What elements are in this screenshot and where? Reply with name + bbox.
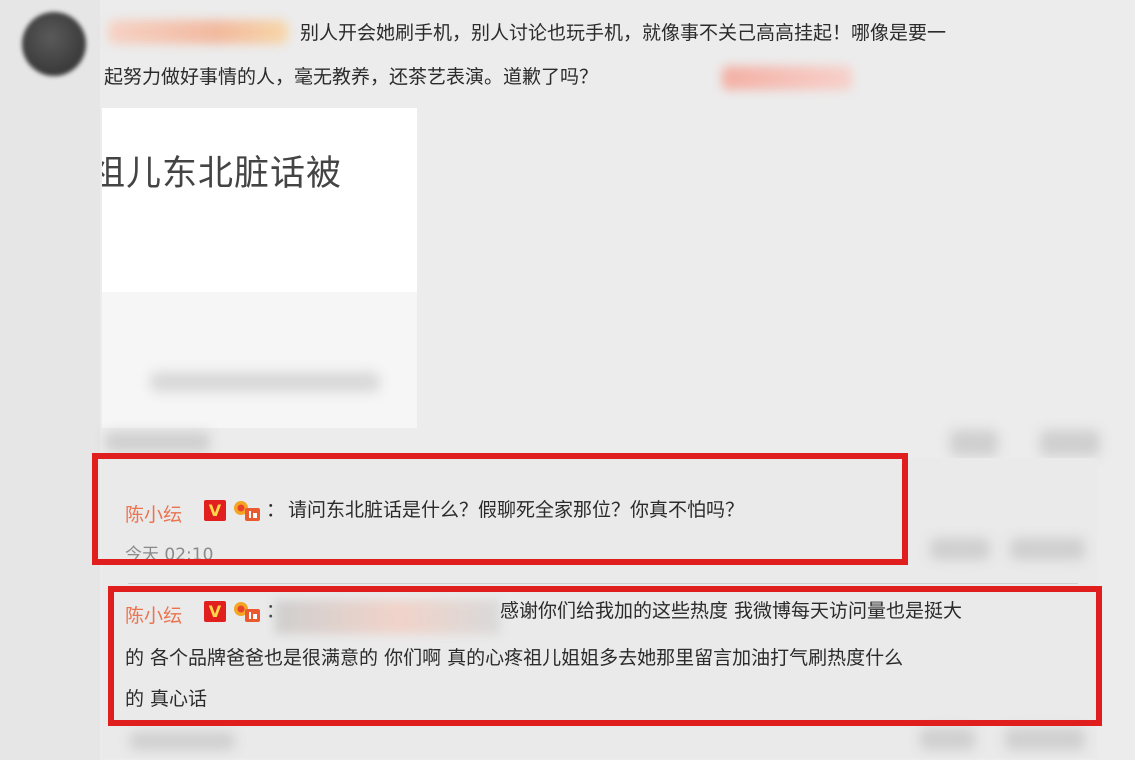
embedded-card-footer [102, 292, 417, 428]
post-text-line-2: 起努力做好事情的人，毫无教养，还茶艺表演。道歉了吗？ [104, 66, 599, 88]
blurred-comment-action[interactable] [1010, 538, 1085, 560]
highlight-box [92, 453, 908, 565]
blurred-action-button[interactable] [950, 430, 998, 456]
embedded-image-caption: 祖儿东北脏话被 [102, 145, 417, 205]
blurred-comment-action[interactable] [920, 728, 975, 750]
blurred-post-meta [105, 432, 210, 452]
blurred-comment-action[interactable] [1005, 728, 1085, 750]
comment-divider [128, 583, 1078, 584]
highlight-box [108, 586, 1102, 726]
avatar[interactable] [22, 12, 86, 76]
left-margin [0, 0, 100, 760]
post-text-line-1: 别人开会她刷手机，别人讨论也玩手机，就像事不关己高高挂起！哪像是要一 [300, 22, 947, 44]
blurred-link[interactable] [722, 66, 852, 90]
embedded-caption-text: 祖儿东北脏话被 [102, 154, 343, 194]
blurred-action-button[interactable] [1040, 430, 1100, 456]
blurred-embed-source [150, 372, 380, 392]
blurred-username [108, 20, 288, 44]
blurred-comment-action[interactable] [930, 538, 990, 560]
blurred-comment-meta [130, 732, 235, 750]
